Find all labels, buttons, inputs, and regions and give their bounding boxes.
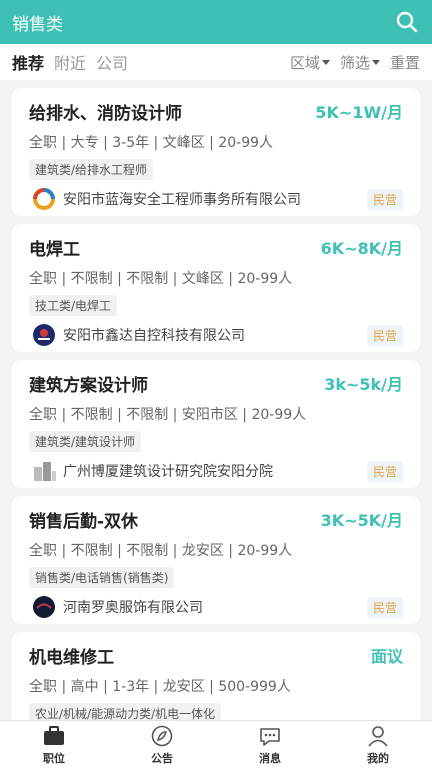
nav-item-notices[interactable]: 公告 xyxy=(108,721,216,768)
company-type-badge: 民营 xyxy=(366,188,403,210)
job-list[interactable]: 给排水、消防设计师 5K~1W/月 全职 | 大专 | 3-5年 | 文峰区 |… xyxy=(0,80,432,720)
briefcase-icon xyxy=(41,724,67,748)
tab-company[interactable]: 公司 xyxy=(96,50,128,74)
filter-dropdown[interactable]: 筛选 xyxy=(340,52,380,73)
job-card[interactable]: 销售后勤-双休 3K~5K/月 全职 | 不限制 | 不限制 | 龙安区 | 2… xyxy=(11,496,421,624)
job-card[interactable]: 电焊工 6K~8K/月 全职 | 不限制 | 不限制 | 文峰区 | 20-99… xyxy=(11,224,421,352)
company-name[interactable]: 广州博厦建筑设计研究院安阳分院 xyxy=(63,461,361,481)
company-type-badge: 民营 xyxy=(366,324,403,346)
nav-label: 公告 xyxy=(151,751,173,765)
tab-recommend[interactable]: 推荐 xyxy=(12,50,44,74)
filter-label: 筛选 xyxy=(339,53,370,72)
nav-item-profile[interactable]: 我的 xyxy=(324,721,432,768)
job-card[interactable]: 机电维修工 面议 全职 | 高中 | 1-3年 | 龙安区 | 500-999人… xyxy=(11,632,421,720)
job-category-tag: 技工类/电焊工 xyxy=(29,295,118,316)
caret-down-icon xyxy=(371,59,380,65)
job-meta: 全职 | 不限制 | 不限制 | 龙安区 | 20-99人 xyxy=(29,543,293,559)
filter-bar: 推荐 附近 公司 区域 筛选 重置 xyxy=(0,44,432,80)
job-category-tag: 农业/机械/能源动力类/机电一体化 xyxy=(29,703,222,720)
bottom-nav: 职位 公告 消息 我的 xyxy=(0,720,432,768)
job-title: 销售后勤-双休 xyxy=(29,511,139,532)
job-category-tag: 销售类/电话销售(销售类) xyxy=(29,567,175,588)
area-label: 区域 xyxy=(289,53,320,72)
user-icon xyxy=(365,724,391,748)
job-card[interactable]: 给排水、消防设计师 5K~1W/月 全职 | 大专 | 3-5年 | 文峰区 |… xyxy=(11,88,421,216)
job-title: 机电维修工 xyxy=(29,647,114,668)
nav-item-jobs[interactable]: 职位 xyxy=(0,721,108,768)
job-category-tag: 建筑类/建筑设计师 xyxy=(29,431,142,452)
job-meta: 全职 | 不限制 | 不限制 | 安阳市区 | 20-99人 xyxy=(29,407,307,423)
job-title: 建筑方案设计师 xyxy=(29,375,148,396)
area-dropdown[interactable]: 区域 xyxy=(290,52,330,73)
chat-icon xyxy=(257,724,283,748)
company-logo-icon xyxy=(29,459,59,483)
company-logo-icon xyxy=(29,323,59,347)
job-title: 给排水、消防设计师 xyxy=(29,103,182,124)
company-name[interactable]: 安阳市蓝海安全工程师事务所有限公司 xyxy=(63,189,361,209)
compass-icon xyxy=(149,724,175,748)
nav-label: 消息 xyxy=(259,751,281,765)
page-title: 销售类 xyxy=(12,14,63,35)
search-icon[interactable] xyxy=(394,9,420,35)
company-type-badge: 民营 xyxy=(366,460,403,482)
nav-label: 职位 xyxy=(43,751,65,765)
tab-nearby[interactable]: 附近 xyxy=(54,50,86,74)
job-card[interactable]: 建筑方案设计师 3k~5k/月 全职 | 不限制 | 不限制 | 安阳市区 | … xyxy=(11,360,421,488)
nav-label: 我的 xyxy=(367,751,389,765)
nav-item-messages[interactable]: 消息 xyxy=(216,721,324,768)
job-title: 电焊工 xyxy=(29,239,80,260)
job-salary: 3k~5k/月 xyxy=(324,375,403,394)
company-logo-icon xyxy=(29,187,59,211)
job-meta: 全职 | 不限制 | 不限制 | 文峰区 | 20-99人 xyxy=(29,271,293,287)
caret-down-icon xyxy=(321,59,330,65)
job-salary: 3K~5K/月 xyxy=(320,511,403,530)
job-salary: 6K~8K/月 xyxy=(320,239,403,258)
reset-button[interactable]: 重置 xyxy=(390,52,420,73)
company-type-badge: 民营 xyxy=(366,596,403,618)
company-name[interactable]: 河南罗奥服饰有限公司 xyxy=(63,597,361,617)
job-salary: 5K~1W/月 xyxy=(315,103,403,122)
job-category-tag: 建筑类/给排水工程师 xyxy=(29,159,154,180)
job-meta: 全职 | 高中 | 1-3年 | 龙安区 | 500-999人 xyxy=(29,679,291,695)
company-logo-icon xyxy=(29,595,59,619)
app-header: 销售类 xyxy=(0,0,432,44)
job-meta: 全职 | 大专 | 3-5年 | 文峰区 | 20-99人 xyxy=(29,135,274,151)
job-salary: 面议 xyxy=(370,647,403,666)
company-name[interactable]: 安阳市鑫达自控科技有限公司 xyxy=(63,325,361,345)
